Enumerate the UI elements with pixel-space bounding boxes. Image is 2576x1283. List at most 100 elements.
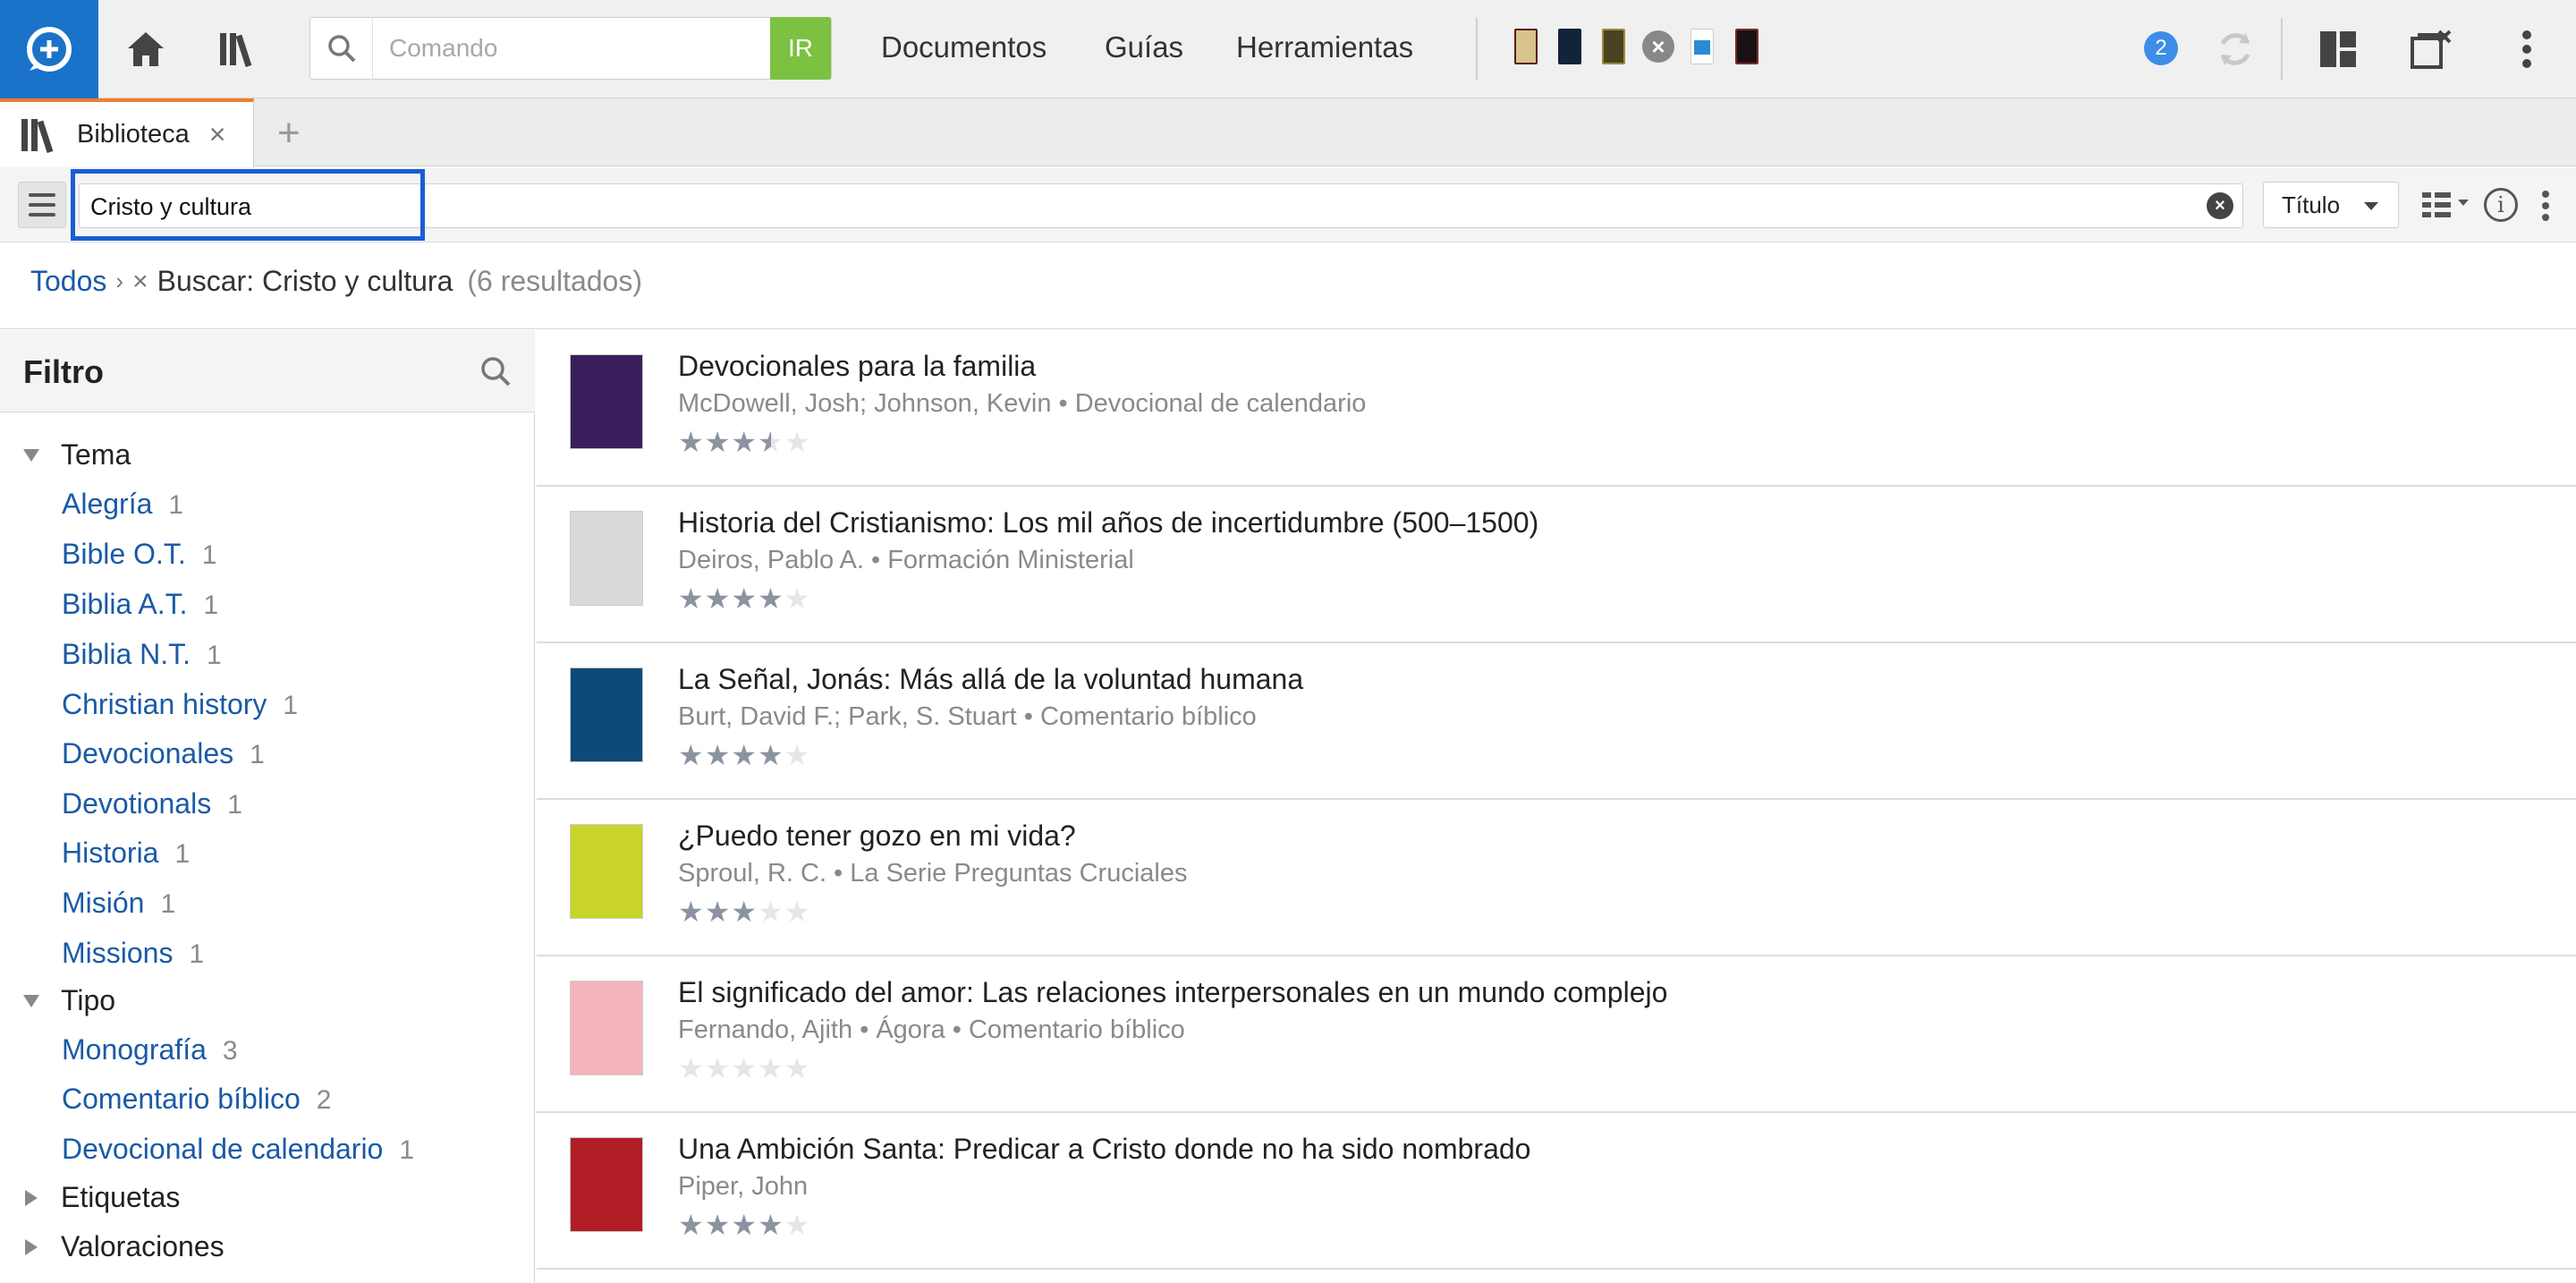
search-icon[interactable] bbox=[479, 355, 512, 392]
result-row[interactable]: El significado del amor: Las relaciones … bbox=[537, 956, 2576, 1113]
facet-item[interactable]: Bible O.T. 1 bbox=[62, 538, 216, 571]
facet-item[interactable]: Biblia A.T. 1 bbox=[62, 588, 218, 621]
result-row[interactable]: Devocionales para la familia McDowell, J… bbox=[537, 330, 2576, 487]
tab-close-icon[interactable]: × bbox=[209, 118, 226, 151]
star-icon[interactable]: ★ bbox=[678, 426, 705, 458]
rating-stars[interactable]: ★★★★★ bbox=[678, 1051, 810, 1085]
facet-item[interactable]: Comentario bíblico 2 bbox=[62, 1083, 331, 1116]
home-icon[interactable] bbox=[121, 24, 171, 74]
facet-item[interactable]: Devocionales 1 bbox=[62, 737, 265, 770]
facet-item[interactable]: Devocional de calendario 1 bbox=[62, 1133, 414, 1166]
result-row[interactable]: Una Ambición Santa: Predicar a Cristo do… bbox=[537, 1113, 2576, 1270]
result-title[interactable]: Devocionales para la familia bbox=[678, 350, 1036, 383]
layout-icon[interactable] bbox=[2313, 24, 2363, 74]
recent-book-icon[interactable] bbox=[1514, 29, 1538, 64]
star-icon[interactable]: ★ bbox=[678, 1209, 705, 1241]
star-icon[interactable]: ★ bbox=[678, 1052, 705, 1084]
star-icon[interactable]: ★ bbox=[705, 1052, 732, 1084]
result-row[interactable]: Historia del Cristianismo: Los mil años … bbox=[537, 487, 2576, 643]
facet-group-tipo[interactable]: Tipo bbox=[23, 984, 115, 1017]
go-button[interactable]: IR bbox=[770, 17, 831, 80]
star-icon[interactable]: ★ bbox=[758, 896, 784, 928]
menu-herramientas[interactable]: Herramientas bbox=[1236, 30, 1413, 64]
book-cover[interactable] bbox=[570, 667, 643, 762]
star-icon[interactable]: ★ bbox=[758, 426, 784, 458]
star-icon[interactable]: ★ bbox=[758, 1052, 784, 1084]
star-icon[interactable]: ★ bbox=[705, 582, 732, 615]
star-icon[interactable]: ★ bbox=[705, 739, 732, 771]
rating-stars[interactable]: ★★★★★ bbox=[678, 582, 810, 616]
facet-group-etiquetas[interactable]: Etiquetas bbox=[23, 1181, 180, 1214]
star-icon[interactable]: ★ bbox=[705, 426, 732, 458]
star-icon[interactable]: ★ bbox=[705, 896, 732, 928]
star-icon[interactable]: ★ bbox=[678, 582, 705, 615]
star-icon[interactable]: ★ bbox=[678, 896, 705, 928]
recent-book-icon[interactable] bbox=[1602, 29, 1625, 64]
book-cover[interactable] bbox=[570, 354, 643, 449]
hamburger-menu-icon[interactable] bbox=[18, 182, 66, 228]
facet-item[interactable]: Monografía 3 bbox=[62, 1033, 238, 1066]
result-title[interactable]: Historia del Cristianismo: Los mil años … bbox=[678, 506, 1538, 540]
notification-badge[interactable]: 2 bbox=[2144, 31, 2178, 65]
star-icon[interactable]: ★ bbox=[784, 1052, 811, 1084]
add-tab-icon[interactable]: + bbox=[277, 111, 301, 156]
facet-group-tema[interactable]: Tema bbox=[23, 438, 131, 472]
star-icon[interactable]: ★ bbox=[705, 1209, 732, 1241]
star-icon[interactable]: ★ bbox=[784, 582, 811, 615]
result-title[interactable]: El significado del amor: Las relaciones … bbox=[678, 976, 1667, 1009]
close-icon[interactable]: × bbox=[1642, 30, 1674, 63]
star-icon[interactable]: ★ bbox=[731, 896, 758, 928]
star-icon[interactable]: ★ bbox=[758, 1209, 784, 1241]
star-icon[interactable]: ★ bbox=[758, 739, 784, 771]
tab-biblioteca[interactable]: Biblioteca × bbox=[0, 98, 254, 167]
view-mode-icon[interactable] bbox=[2422, 191, 2472, 224]
recent-book-icon[interactable] bbox=[1558, 29, 1581, 64]
rating-stars[interactable]: ★★★★★ bbox=[678, 1208, 810, 1242]
facet-item[interactable]: Missions 1 bbox=[62, 937, 204, 970]
facet-item[interactable]: Alegría 1 bbox=[62, 488, 183, 521]
facet-item[interactable]: Devotionals 1 bbox=[62, 787, 242, 820]
library-icon[interactable] bbox=[215, 24, 265, 74]
result-title[interactable]: ¿Puedo tener gozo en mi vida? bbox=[678, 820, 1076, 853]
sync-icon[interactable] bbox=[2210, 24, 2260, 74]
book-cover[interactable] bbox=[570, 981, 643, 1075]
more-vertical-icon[interactable] bbox=[2541, 190, 2550, 226]
rating-stars[interactable]: ★★★★★ bbox=[678, 895, 810, 929]
info-icon[interactable]: i bbox=[2484, 188, 2518, 222]
book-cover[interactable] bbox=[570, 511, 643, 606]
result-row[interactable]: ¿Puedo tener gozo en mi vida? Sproul, R.… bbox=[537, 800, 2576, 956]
more-vertical-icon[interactable] bbox=[2502, 24, 2552, 74]
command-input[interactable] bbox=[373, 18, 770, 79]
book-cover[interactable] bbox=[570, 1137, 643, 1232]
result-row[interactable]: La Señal, Jonás: Más allá de la voluntad… bbox=[537, 643, 2576, 800]
search-icon[interactable] bbox=[310, 17, 373, 80]
clear-search-icon[interactable]: × bbox=[2207, 192, 2233, 219]
star-icon[interactable]: ★ bbox=[731, 739, 758, 771]
star-icon[interactable]: ★ bbox=[784, 1209, 811, 1241]
facet-group-valoraciones[interactable]: Valoraciones bbox=[23, 1230, 225, 1263]
breadcrumb-root-link[interactable]: Todos bbox=[30, 265, 106, 298]
result-title[interactable]: La Señal, Jonás: Más allá de la voluntad… bbox=[678, 663, 1303, 696]
logos-icon[interactable] bbox=[0, 0, 98, 98]
star-icon[interactable]: ★ bbox=[731, 1052, 758, 1084]
star-icon[interactable]: ★ bbox=[731, 1209, 758, 1241]
remove-filter-icon[interactable]: × bbox=[132, 267, 148, 297]
menu-documentos[interactable]: Documentos bbox=[881, 30, 1046, 64]
recent-book-icon[interactable] bbox=[1690, 29, 1714, 64]
star-icon[interactable]: ★ bbox=[731, 582, 758, 615]
book-cover[interactable] bbox=[570, 824, 643, 919]
rating-stars[interactable]: ★★★★★ bbox=[678, 738, 810, 772]
facet-item[interactable]: Biblia N.T. 1 bbox=[62, 638, 222, 671]
recent-book-icon[interactable] bbox=[1735, 29, 1758, 64]
rating-stars[interactable]: ★★★★★ bbox=[678, 425, 810, 459]
facet-item[interactable]: Historia 1 bbox=[62, 837, 190, 870]
facet-item[interactable]: Misión 1 bbox=[62, 887, 175, 920]
menu-guias[interactable]: Guías bbox=[1105, 30, 1183, 64]
star-icon[interactable]: ★ bbox=[784, 426, 811, 458]
sort-dropdown[interactable]: Título bbox=[2263, 182, 2399, 228]
star-icon[interactable]: ★ bbox=[678, 739, 705, 771]
result-title[interactable]: Una Ambición Santa: Predicar a Cristo do… bbox=[678, 1133, 1530, 1166]
facet-item[interactable]: Christian history 1 bbox=[62, 688, 298, 721]
star-icon[interactable]: ★ bbox=[784, 739, 811, 771]
close-panels-icon[interactable] bbox=[2406, 24, 2456, 74]
